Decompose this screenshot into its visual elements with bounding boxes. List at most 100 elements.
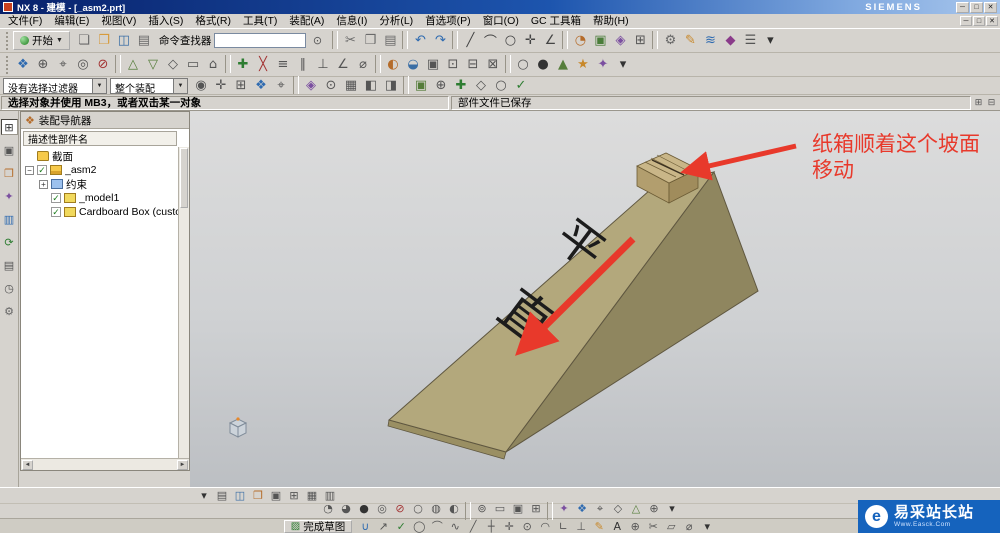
menu-item-9[interactable]: 首选项(P) (419, 14, 477, 28)
point-snap-icon[interactable]: ✛ (211, 76, 231, 95)
true-shading-icon[interactable]: △ (627, 502, 645, 515)
arc-icon[interactable]: ⌒ (480, 31, 500, 50)
new-icon[interactable]: ❏ (74, 31, 94, 50)
tree-row[interactable]: ✓ Cardboard Box (customi (21, 205, 189, 219)
dropdown-icon[interactable]: ▾ (195, 489, 213, 503)
static-wireframe-icon[interactable]: ○ (409, 502, 427, 515)
navigator-column-header[interactable]: 描述性部件名 (23, 131, 177, 146)
full-shaded-icon[interactable]: ● (355, 502, 373, 515)
menu-item-10[interactable]: 窗口(O) (477, 14, 525, 28)
scroll-right-arrow[interactable]: ► (177, 459, 188, 470)
tree-row[interactable]: − ✓ _asm2 (21, 163, 189, 177)
surface-icon[interactable]: ≋ (700, 31, 720, 50)
window-minimize-icon[interactable]: ─ (956, 1, 969, 13)
open-icon[interactable]: ❐ (94, 31, 114, 50)
gear-icon[interactable]: ⚙ (660, 31, 680, 50)
plus-icon[interactable]: ✚ (451, 76, 471, 95)
favorite-icon[interactable]: ★ (573, 55, 593, 74)
menu-item-12[interactable]: 帮助(H) (587, 14, 635, 28)
expand-icon[interactable]: + (39, 179, 48, 189)
tree-row[interactable]: 截面 (21, 149, 189, 163)
perpendicular-sketch-icon[interactable]: ⊥ (572, 520, 590, 533)
toolbar-grip[interactable] (6, 55, 10, 74)
chevron-down-icon[interactable]: ▼ (173, 78, 187, 93)
window-split-icon[interactable]: ◫ (231, 489, 249, 503)
menu-item-0[interactable]: 文件(F) (2, 14, 48, 28)
dimension-icon[interactable]: ⌀ (680, 520, 698, 533)
navigator-vertical-scrollbar[interactable] (178, 147, 189, 458)
more-icon[interactable]: ▾ (613, 55, 633, 74)
grid-toggle-icon[interactable]: ⊞ (527, 502, 545, 515)
fillet-icon[interactable]: ◠ (536, 520, 554, 533)
snap-point-icon[interactable]: ◉ (191, 76, 211, 95)
circle-sketch-icon[interactable]: ◯ (410, 520, 428, 533)
roles-icon[interactable]: ⚙ (1, 303, 18, 319)
concentric-icon[interactable]: ⊙ (518, 520, 536, 533)
point-icon[interactable]: ✛ (520, 31, 540, 50)
print-icon[interactable]: ▤ (134, 31, 154, 50)
angle-dim-icon[interactable]: ∠ (333, 55, 353, 74)
studio-icon[interactable]: ◍ (427, 502, 445, 515)
shaded-edges-icon[interactable]: ◔ (319, 502, 337, 515)
component-checkbox[interactable]: ✓ (51, 207, 61, 217)
hide-icon[interactable]: ⊘ (93, 55, 113, 74)
nx-app-icon[interactable] (3, 2, 13, 12)
section-icon[interactable]: ▣ (423, 55, 443, 74)
navigator-horizontal-scrollbar[interactable]: ◄ ► (21, 458, 189, 470)
effects-icon[interactable]: ✦ (555, 502, 573, 515)
chevron-down-icon[interactable]: ▼ (92, 78, 106, 93)
rectangle-icon[interactable]: ▭ (183, 55, 203, 74)
line-sketch-icon[interactable]: ╱ (464, 520, 482, 533)
scrollbar-thumb[interactable] (180, 148, 188, 208)
edge-select-icon[interactable]: ◧ (361, 76, 381, 95)
ok-icon[interactable]: ✓ (392, 520, 410, 533)
circle-snap-icon[interactable]: ○ (491, 76, 511, 95)
polygon-icon[interactable]: ▱ (662, 520, 680, 533)
more-icon[interactable]: ▾ (698, 520, 716, 533)
perspective-icon[interactable]: ◇ (609, 502, 627, 515)
orient-icon[interactable]: ❖ (573, 502, 591, 515)
view-triad[interactable] (228, 417, 248, 438)
fit-view-icon[interactable]: ▣ (267, 489, 285, 503)
clip-section-icon[interactable]: ▭ (491, 502, 509, 515)
close-part-icon[interactable]: ⊠ (483, 55, 503, 74)
graphics-viewport[interactable]: 平 直 纸箱顺着这个坡面 移动 (190, 111, 1000, 487)
spline-icon[interactable]: ∿ (446, 520, 464, 533)
offset-icon[interactable]: ⊕ (626, 520, 644, 533)
cone-icon[interactable]: ▲ (553, 55, 573, 74)
component-checkbox[interactable]: ✓ (37, 165, 47, 175)
shaded-icon[interactable]: ◕ (337, 502, 355, 515)
sphere-icon[interactable]: ● (533, 55, 553, 74)
save-icon[interactable]: ◫ (114, 31, 134, 50)
parallel-icon[interactable]: ∥ (293, 55, 313, 74)
revolve-icon[interactable]: ◔ (570, 31, 590, 50)
list-icon[interactable]: ☰ (740, 31, 760, 50)
layer-icon[interactable]: ⊡ (443, 55, 463, 74)
face-select-icon[interactable]: ▦ (341, 76, 361, 95)
quadrant-icon[interactable]: ⊙ (321, 76, 341, 95)
component-checkbox[interactable]: ✓ (51, 193, 61, 203)
face-analysis-icon[interactable]: ◐ (445, 502, 463, 515)
hd3d-tools-icon[interactable]: ▥ (1, 211, 18, 227)
assembly-navigator-icon[interactable]: ⊞ (0, 119, 18, 135)
coordinate-icon[interactable]: ✛ (500, 520, 518, 533)
line-icon[interactable]: ╱ (460, 31, 480, 50)
midpoint-icon[interactable]: ❖ (251, 76, 271, 95)
menu-item-7[interactable]: 信息(I) (330, 14, 373, 28)
hidden-edges-icon[interactable]: ⊘ (391, 502, 409, 515)
assembly-navigator-header[interactable]: ❖ 装配导航器 (21, 112, 189, 129)
snapshot-icon[interactable]: ▣ (509, 502, 527, 515)
profile-icon[interactable]: ∪ (356, 520, 374, 533)
dock-icon[interactable]: ⊞ (972, 97, 985, 109)
trim-icon[interactable]: △ (123, 55, 143, 74)
history-palette-icon[interactable]: ▤ (1, 257, 18, 273)
collapse-icon[interactable]: − (25, 165, 34, 175)
body-select-icon[interactable]: ◨ (381, 76, 401, 95)
constraint-navigator-icon[interactable]: ▣ (1, 142, 18, 158)
window-close-icon[interactable]: ✕ (984, 1, 997, 13)
display-list-icon[interactable]: ▤ (213, 489, 231, 503)
redo-icon[interactable]: ↷ (430, 31, 450, 50)
window-maximize-icon[interactable]: □ (970, 1, 983, 13)
spark-icon[interactable]: ✦ (593, 55, 613, 74)
wireframe-style-icon[interactable]: ◎ (373, 502, 391, 515)
